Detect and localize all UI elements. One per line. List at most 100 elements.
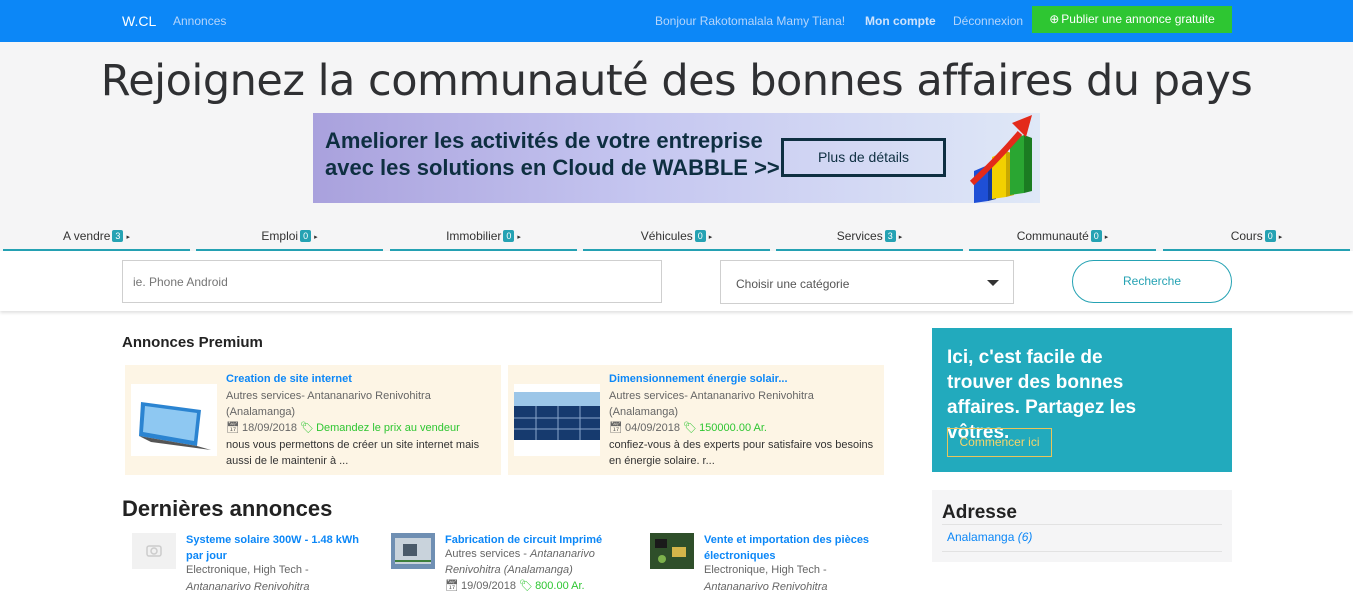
category-count-badge: 3: [884, 230, 896, 242]
latest-category: Autres services - Antananarivo Renivohit…: [445, 546, 635, 578]
category-count-badge: 0: [1090, 230, 1102, 242]
category-tab-emploi[interactable]: Emploi 0 ▸: [196, 226, 383, 251]
latest-item[interactable]: Systeme solaire 300W - 1.48 kWh par jour…: [122, 530, 372, 600]
address-name: Analamanga: [947, 530, 1015, 544]
category-tab-a-vendre[interactable]: A vendre 3 ▸: [3, 226, 190, 251]
latest-thumbnail[interactable]: [391, 533, 435, 569]
category-select[interactable]: Choisir une catégorie: [720, 260, 1014, 304]
tag-icon: 🏷︎: [519, 580, 534, 592]
promo-banner[interactable]: Ameliorer les activités de votre entrepr…: [313, 113, 1040, 203]
premium-category: Autres services- Antananarivo Renivohitr…: [226, 390, 431, 418]
caret-right-icon: ▸: [126, 234, 130, 241]
page-headline: Rejoignez la communauté des bonnes affai…: [100, 56, 1253, 106]
category-label: Immobilier: [446, 229, 502, 243]
electronics-image-icon: [650, 533, 694, 569]
premium-thumbnail[interactable]: [131, 384, 217, 456]
premium-price-value: Demandez le prix au vendeur: [316, 422, 460, 434]
banner-text: Ameliorer les activités de votre entrepr…: [325, 127, 785, 181]
latest-thumbnail[interactable]: [132, 533, 176, 569]
plus-circle-icon: ⊕: [1049, 12, 1060, 26]
premium-category: Autres services- Antananarivo Renivohitr…: [609, 390, 814, 418]
category-tab-immobilier[interactable]: Immobilier 0 ▸: [390, 226, 577, 251]
divider: [942, 524, 1222, 525]
latest-price: 🏷︎ 800.00 Ar.: [519, 580, 585, 592]
address-count: (6): [1017, 530, 1033, 544]
address-panel: Adresse Analamanga (6): [932, 490, 1232, 562]
category-tab-communaute[interactable]: Communauté 0 ▸: [969, 226, 1156, 251]
category-tabs: A vendre 3 ▸ Emploi 0 ▸ Immobilier 0 ▸ Véhicul…: [3, 226, 1350, 251]
my-account-link[interactable]: Mon compte: [865, 14, 936, 28]
premium-card[interactable]: Creation de site internet Autres service…: [125, 365, 501, 475]
caret-right-icon: ▸: [314, 234, 318, 241]
tag-icon: 🏷︎: [300, 422, 315, 434]
category-select-value: Choisir une catégorie: [736, 277, 850, 291]
premium-price-value: 150000.00 Ar.: [699, 422, 767, 434]
premium-meta: 📅︎ 18/09/2018 🏷︎ Demandez le prix au vende…: [226, 421, 460, 434]
category-label: A vendre: [63, 229, 111, 243]
logout-link[interactable]: Déconnexion: [953, 14, 1023, 28]
search-input[interactable]: [122, 260, 662, 303]
latest-date: 19/09/2018: [460, 580, 517, 592]
premium-date: 18/09/2018: [241, 422, 298, 434]
publish-ad-button[interactable]: ⊕ Publier une annonce gratuite: [1032, 6, 1232, 33]
promo-sidebox: Ici, c'est facile de trouver des bonnes …: [932, 328, 1232, 472]
premium-thumbnail[interactable]: [514, 384, 600, 456]
banner-details-button[interactable]: Plus de détails: [781, 138, 946, 177]
nav-annonces-link[interactable]: Annonces: [173, 14, 226, 28]
category-tab-services[interactable]: Services 3 ▸: [776, 226, 963, 251]
category-count-badge: 0: [694, 230, 706, 242]
premium-card[interactable]: Dimensionnement énergie solair... Autres…: [508, 365, 884, 475]
search-button[interactable]: Recherche: [1072, 260, 1232, 303]
solar-panel-image-icon: [514, 384, 600, 456]
caret-right-icon: ▸: [517, 234, 521, 241]
category-count-badge: 3: [112, 230, 124, 242]
latest-category-text: Autres services -: [445, 548, 527, 560]
premium-date: 04/09/2018: [624, 422, 681, 434]
brand-logo[interactable]: W.CL: [122, 13, 156, 29]
user-greeting: Bonjour Rakotomalala Mamy Tiana!: [655, 14, 846, 28]
latest-location: Antananarivo Renivohitra: [186, 581, 310, 593]
latest-title[interactable]: Systeme solaire 300W - 1.48 kWh par jour: [186, 532, 376, 564]
growth-chart-icon: [969, 115, 1032, 203]
banner-line-1: Ameliorer les activités de votre entrepr…: [325, 128, 763, 153]
latest-price-value: 800.00 Ar.: [535, 580, 585, 592]
category-label: Services: [836, 229, 883, 243]
camera-placeholder-icon: [132, 533, 176, 569]
premium-section-title: Annonces Premium: [122, 334, 263, 351]
category-label: Véhicules: [640, 229, 693, 243]
banner-line-2: avec les solutions en Cloud de WABBLE >>: [325, 155, 780, 180]
calendar-icon: 📅︎: [226, 422, 240, 434]
caret-right-icon: ▸: [708, 234, 713, 241]
chevron-down-icon: [987, 280, 999, 286]
premium-title[interactable]: Creation de site internet: [226, 373, 352, 385]
category-count-badge: 0: [503, 230, 515, 242]
caret-right-icon: ▸: [1104, 234, 1109, 241]
category-label: Emploi: [261, 229, 299, 243]
premium-description: nous vous permettons de créer un site in…: [226, 439, 480, 467]
category-label: Cours: [1230, 229, 1263, 243]
category-tab-vehicules[interactable]: Véhicules 0 ▸: [583, 226, 770, 251]
latest-item[interactable]: Fabrication de circuit Imprimé Autres se…: [381, 530, 631, 600]
latest-item[interactable]: Vente et importation des pièces électron…: [640, 530, 890, 600]
premium-meta: 📅︎ 04/09/2018 🏷︎ 150000.00 Ar.: [609, 421, 767, 434]
caret-right-icon: ▸: [1278, 234, 1283, 241]
tag-icon: 🏷︎: [683, 422, 698, 434]
premium-price: 🏷︎ 150000.00 Ar.: [683, 422, 767, 434]
divider: [942, 551, 1222, 552]
latest-thumbnail[interactable]: [650, 533, 694, 569]
premium-price: 🏷︎ Demandez le prix au vendeur: [300, 422, 460, 434]
calendar-icon: 📅︎: [609, 422, 623, 434]
category-tab-cours[interactable]: Cours 0 ▸: [1163, 226, 1350, 251]
calendar-icon: 📅︎: [445, 580, 459, 592]
address-link-analamanga[interactable]: Analamanga (6): [947, 530, 1032, 544]
laptop-image-icon: [131, 384, 217, 456]
circuit-board-image-icon: [391, 533, 435, 569]
category-label: Communauté: [1016, 229, 1089, 243]
caret-right-icon: ▸: [898, 234, 903, 241]
start-here-button[interactable]: Commencer ici: [947, 428, 1052, 457]
category-count-badge: 0: [300, 230, 312, 242]
premium-title[interactable]: Dimensionnement énergie solair...: [609, 373, 788, 385]
latest-title[interactable]: Vente et importation des pièces électron…: [704, 532, 894, 564]
premium-description: confiez-vous à des experts pour satisfai…: [609, 439, 874, 467]
address-title: Adresse: [942, 502, 1017, 523]
